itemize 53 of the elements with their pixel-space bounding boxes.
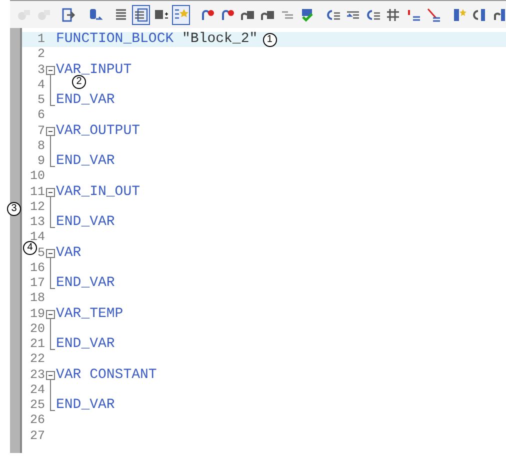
line-number: 23: [30, 368, 45, 383]
code-text: END_VAR: [56, 276, 115, 292]
code-text: VAR_INPUT: [56, 62, 132, 78]
line-number: 6: [37, 108, 45, 124]
line-number: 20: [30, 322, 45, 337]
line-number: 3: [37, 62, 45, 78]
code-text: END_VAR: [56, 154, 115, 170]
callout-number: 2: [72, 74, 86, 89]
bookmark-next-icon: [491, 6, 506, 22]
line-number: 5: [37, 93, 45, 108]
code-text: VAR CONSTANT: [56, 368, 157, 383]
line-number: 1: [37, 32, 45, 48]
line-number: 17: [30, 276, 45, 292]
callout-number: 4: [23, 240, 37, 254]
code-text: VAR_OUTPUT: [56, 124, 140, 139]
code-text: VAR_TEMP: [56, 306, 124, 322]
code-text: FUNCTION_BLOCK "Block_2": [56, 32, 258, 48]
line-number: 26: [30, 413, 45, 428]
line-number: 24: [30, 382, 45, 398]
bookmark-star-icon: [451, 6, 467, 22]
line-number: 22: [30, 352, 45, 368]
code-text: END_VAR: [56, 337, 115, 352]
code-text: END_VAR: [56, 93, 115, 108]
line-number: 12: [30, 200, 45, 215]
line-number: 16: [30, 260, 45, 276]
line-number: 7: [37, 124, 45, 139]
line-number: 5: [37, 246, 45, 261]
bookmark-prev-icon: [471, 6, 487, 22]
line-number: 21: [30, 337, 45, 352]
line-number: 13: [30, 215, 45, 230]
line-number: 11: [30, 184, 45, 200]
check-icon: [299, 6, 315, 22]
line-number: 25: [30, 398, 45, 414]
line-number: 27: [30, 428, 45, 444]
line-number: 10: [30, 169, 45, 184]
db-arrow-icon: [87, 6, 103, 22]
line-number: 4: [37, 78, 45, 93]
uncomment-icon: [425, 6, 441, 22]
code-text: END_VAR: [56, 398, 115, 414]
line-number: 9: [37, 154, 45, 170]
code-text: VAR: [56, 246, 82, 261]
callout-number: 1: [262, 33, 277, 47]
line-number: 8: [37, 138, 45, 154]
hash-icon: [385, 6, 401, 22]
line-number: 19: [30, 306, 45, 322]
code-text: END_VAR: [56, 215, 115, 230]
doc-lines-icon: [133, 6, 149, 22]
line-number: 18: [30, 291, 45, 306]
line-number: 2: [37, 47, 45, 62]
lines-icon: [113, 6, 129, 22]
toolbar-button[interactable]: [132, 4, 150, 24]
code-text: VAR_IN_OUT: [56, 184, 140, 200]
doc-arrow-icon: [61, 6, 77, 22]
